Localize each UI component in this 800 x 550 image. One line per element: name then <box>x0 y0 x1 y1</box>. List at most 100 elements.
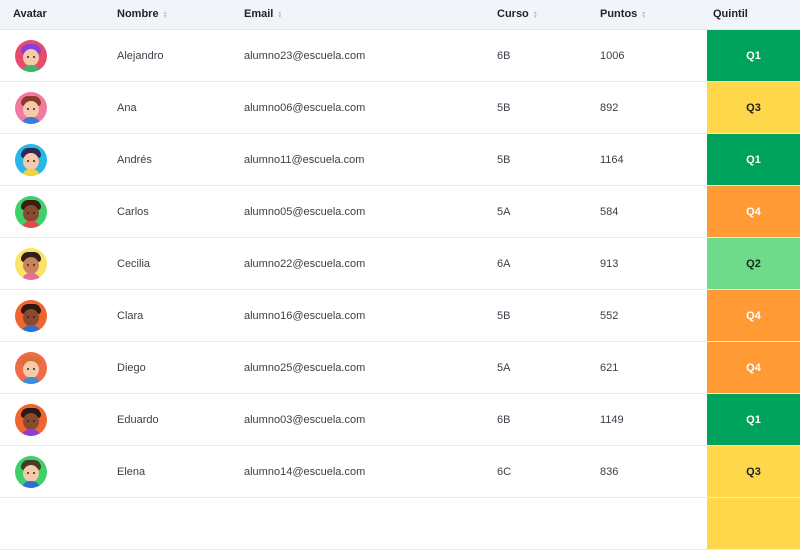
avatar-eye <box>33 367 35 370</box>
sort-arrows-icon[interactable]: ▲ ▼ <box>641 10 646 19</box>
avatar-face <box>23 256 39 274</box>
avatar <box>15 403 47 436</box>
student-name: Alejandro <box>117 49 164 62</box>
sort-arrows-icon[interactable]: ▲ ▼ <box>533 10 538 19</box>
student-email: alumno25@escuela.com <box>244 361 366 374</box>
avatar-cell <box>15 238 49 289</box>
student-email: alumno16@escuela.com <box>244 309 366 322</box>
student-curso: 5A <box>497 205 511 218</box>
student-puntos: 1164 <box>600 153 624 166</box>
table-row[interactable]: Elena alumno14@escuela.com 6C 836 Q3 <box>0 446 800 498</box>
student-name: Elena <box>117 465 146 478</box>
avatar-eye <box>33 419 35 422</box>
student-puntos: 552 <box>600 309 619 322</box>
sort-arrows-icon[interactable]: ▲ ▼ <box>163 10 168 19</box>
column-header-nombre-label[interactable]: Nombre <box>117 0 159 29</box>
column-header-avatar: Avatar <box>13 0 47 29</box>
avatar-eye <box>33 211 35 214</box>
student-name: Clara <box>117 309 144 322</box>
avatar-shirt <box>22 272 40 280</box>
column-header-puntos[interactable]: Puntos ▲ ▼ <box>600 0 646 29</box>
table-row[interactable] <box>0 498 800 550</box>
table-row[interactable]: Carlos alumno05@escuela.com 5A 584 Q4 <box>0 186 800 238</box>
avatar-eye <box>33 315 35 318</box>
table-header: Avatar Nombre ▲ ▼ Email ▲ ▼ Curso ▲ ▼ Punto… <box>0 0 800 30</box>
student-email: alumno14@escuela.com <box>244 465 366 478</box>
avatar-cell <box>15 30 49 81</box>
avatar-shirt <box>22 116 40 124</box>
student-name: Eduardo <box>117 413 159 426</box>
avatar-shirt <box>22 220 40 228</box>
avatar-eye <box>27 263 29 266</box>
quintil-badge: Q1 <box>707 30 800 81</box>
avatar-face <box>23 100 39 118</box>
table-row[interactable]: Alejandro alumno23@escuela.com 6B 1006 Q… <box>0 30 800 82</box>
quintil-badge: Q4 <box>707 290 800 341</box>
avatar-eye <box>33 263 35 266</box>
avatar-face <box>23 204 39 222</box>
student-email: alumno22@escuela.com <box>244 257 366 270</box>
table-row[interactable]: Diego alumno25@escuela.com 5A 621 Q4 <box>0 342 800 394</box>
avatar <box>15 455 47 488</box>
table-row[interactable]: Cecilia alumno22@escuela.com 6A 913 Q2 <box>0 238 800 290</box>
column-header-email[interactable]: Email ▲ ▼ <box>244 0 282 29</box>
column-header-email-label[interactable]: Email <box>244 0 273 29</box>
avatar-shirt <box>22 480 40 488</box>
avatar-eye <box>33 471 35 474</box>
student-puntos: 913 <box>600 257 619 270</box>
column-header-avatar-label: Avatar <box>13 8 47 20</box>
table-body: Alejandro alumno23@escuela.com 6B 1006 Q… <box>0 30 800 550</box>
avatar-eye <box>27 367 29 370</box>
quintil-badge: Q3 <box>707 82 800 133</box>
avatar-eye <box>27 159 29 162</box>
avatar-shirt <box>22 428 40 436</box>
sort-arrows-icon[interactable]: ▲ ▼ <box>277 10 282 19</box>
student-curso: 5B <box>497 153 511 166</box>
student-puntos: 621 <box>600 361 619 374</box>
avatar <box>15 39 47 72</box>
student-email: alumno05@escuela.com <box>244 205 366 218</box>
table-row[interactable]: Eduardo alumno03@escuela.com 6B 1149 Q1 <box>0 394 800 446</box>
student-email: alumno23@escuela.com <box>244 49 366 62</box>
student-email: alumno11@escuela.com <box>244 153 365 166</box>
avatar-shirt <box>22 376 40 384</box>
avatar-face <box>23 152 39 170</box>
student-curso: 6B <box>497 49 511 62</box>
avatar-shirt <box>22 64 40 72</box>
avatar-eye <box>27 107 29 110</box>
student-puntos: 892 <box>600 101 619 114</box>
student-curso: 6B <box>497 413 511 426</box>
student-name: Andrés <box>117 153 152 166</box>
avatar-cell <box>15 186 49 237</box>
avatar-eye <box>27 211 29 214</box>
avatar-eye <box>27 419 29 422</box>
student-curso: 6C <box>497 465 512 478</box>
avatar-cell <box>15 134 49 185</box>
quintil-badge: Q3 <box>707 446 800 497</box>
avatar-shirt <box>22 168 40 176</box>
students-table: Avatar Nombre ▲ ▼ Email ▲ ▼ Curso ▲ ▼ Punto… <box>0 0 800 550</box>
quintil-badge: Q4 <box>707 186 800 237</box>
avatar-face <box>23 464 39 482</box>
student-puntos: 584 <box>600 205 619 218</box>
avatar <box>15 299 47 332</box>
avatar <box>15 91 47 124</box>
avatar-eye <box>33 55 35 58</box>
quintil-badge: Q1 <box>707 394 800 445</box>
table-row[interactable]: Andrés alumno11@escuela.com 5B 1164 Q1 <box>0 134 800 186</box>
student-curso: 5A <box>497 361 511 374</box>
column-header-curso[interactable]: Curso ▲ ▼ <box>497 0 538 29</box>
avatar <box>15 195 47 228</box>
avatar-face <box>23 412 39 430</box>
avatar-shirt <box>22 324 40 332</box>
column-header-puntos-label[interactable]: Puntos <box>600 0 637 29</box>
avatar-cell <box>15 446 49 497</box>
table-row[interactable]: Clara alumno16@escuela.com 5B 552 Q4 <box>0 290 800 342</box>
student-email: alumno06@escuela.com <box>244 101 366 114</box>
column-header-curso-label[interactable]: Curso <box>497 0 529 29</box>
column-header-nombre[interactable]: Nombre ▲ ▼ <box>117 0 168 29</box>
table-row[interactable]: Ana alumno06@escuela.com 5B 892 Q3 <box>0 82 800 134</box>
avatar-face <box>23 360 39 378</box>
avatar-eye <box>27 315 29 318</box>
avatar <box>15 143 47 176</box>
